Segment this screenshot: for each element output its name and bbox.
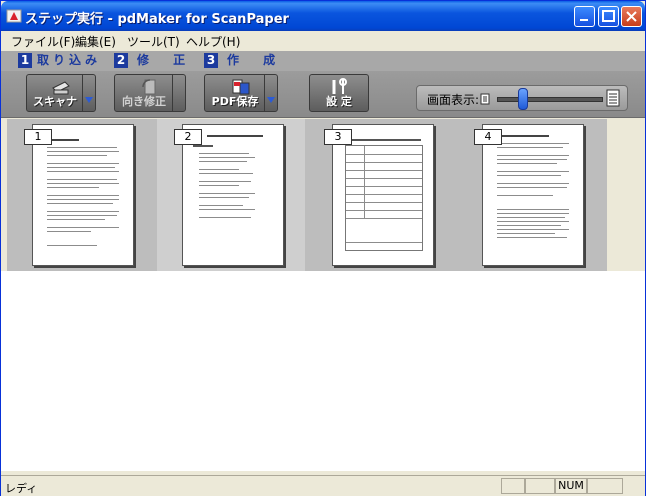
close-button[interactable] — [621, 6, 642, 27]
rotate-fix-button[interactable]: 向き修正 — [114, 74, 186, 112]
pdf-save-label: PDF保存 — [211, 95, 259, 108]
dropdown-arrow-icon — [85, 97, 93, 103]
page-image — [182, 124, 284, 266]
page-thumbnail[interactable]: 2 — [157, 119, 305, 271]
menu-tools[interactable]: ツール(T) — [127, 33, 180, 50]
step-fix[interactable]: 2 修 正 — [111, 53, 201, 69]
step-create[interactable]: 3 作 成 — [201, 53, 291, 69]
page-thumbnail-strip: 1 2 3 4 — [7, 119, 607, 271]
step-number: 1 — [18, 53, 32, 68]
menu-edit[interactable]: 編集(E) — [75, 33, 116, 50]
page-thumbnail[interactable]: 3 — [307, 119, 455, 271]
scanner-label: スキャナ — [33, 95, 77, 108]
menu-file[interactable]: ファイル(F) — [11, 33, 75, 50]
status-cell — [525, 478, 555, 494]
status-text: レディ — [5, 482, 38, 495]
step-label: 取り込み — [37, 53, 102, 67]
scanner-button[interactable]: スキャナ — [26, 74, 96, 112]
step-number: 3 — [204, 53, 218, 68]
rotate-fix-label: 向き修正 — [122, 95, 166, 108]
zoom-label: 画面表示: — [427, 93, 480, 107]
step-import[interactable]: 1 取り込み — [15, 53, 105, 69]
form-table — [345, 145, 423, 251]
settings-label: 設 定 — [326, 95, 352, 108]
step-label: 作 成 — [227, 53, 286, 67]
scanner-dropdown[interactable] — [82, 75, 95, 111]
pdf-save-button[interactable]: PDF保存 — [204, 74, 278, 112]
menu-bar: ファイル(F) 編集(E) ツール(T) ヘルプ(H) — [1, 31, 645, 51]
page-number-label: 3 — [324, 129, 352, 145]
maximize-icon — [602, 10, 615, 22]
page-image — [32, 124, 134, 266]
settings-button[interactable]: 設 定 — [309, 74, 369, 112]
pdf-save-dropdown[interactable] — [264, 75, 277, 111]
zoom-control: 画面表示: — [416, 85, 628, 111]
page-view-area[interactable] — [1, 271, 645, 471]
status-cell — [501, 478, 525, 494]
step-label: 修 正 — [137, 53, 196, 67]
window-title: ステップ実行 - pdMaker for ScanPaper — [25, 12, 289, 27]
page-number-label: 1 — [24, 129, 52, 145]
rotate-fix-dropdown[interactable] — [172, 75, 185, 111]
status-cell — [587, 478, 623, 494]
app-window: ステップ実行 - pdMaker for ScanPaper ファイル(F) 編… — [0, 0, 646, 496]
dropdown-arrow-icon — [267, 97, 275, 103]
close-icon — [626, 11, 637, 22]
status-bar: レディ NUM — [1, 475, 645, 496]
zoom-slider[interactable] — [497, 97, 603, 102]
minimize-button[interactable] — [574, 6, 595, 27]
zoom-large-page-icon — [606, 89, 620, 107]
num-lock-indicator: NUM — [555, 478, 587, 494]
page-thumbnail[interactable]: 1 — [7, 119, 155, 271]
page-number-label: 2 — [174, 129, 202, 145]
page-number-label: 4 — [474, 129, 502, 145]
app-logo-icon — [6, 9, 22, 23]
zoom-small-page-icon — [480, 93, 490, 105]
menu-help[interactable]: ヘルプ(H) — [186, 33, 240, 50]
step-bar: 1 取り込み 2 修 正 3 作 成 — [1, 51, 645, 71]
page-thumbnail[interactable]: 4 — [457, 119, 605, 271]
title-bar[interactable]: ステップ実行 - pdMaker for ScanPaper — [1, 1, 645, 31]
page-image — [482, 124, 584, 266]
zoom-slider-thumb[interactable] — [518, 88, 528, 110]
page-image — [332, 124, 434, 266]
toolbar: スキャナ 向き修正 PDF保存 設 定 画面表示: — [1, 71, 645, 118]
maximize-button[interactable] — [598, 6, 619, 27]
minimize-icon — [580, 19, 588, 21]
step-number: 2 — [114, 53, 128, 68]
